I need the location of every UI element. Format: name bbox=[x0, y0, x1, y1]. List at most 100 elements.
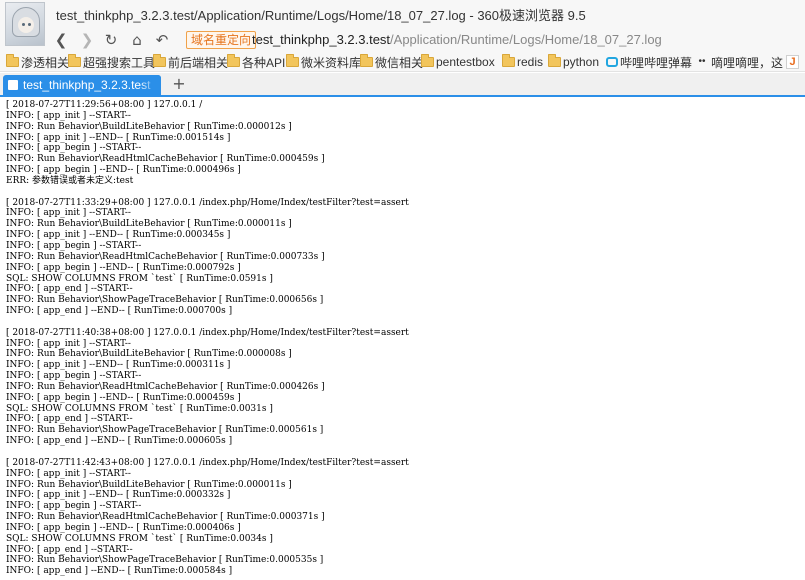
bookmark-label: 超强搜索工具 bbox=[83, 55, 156, 70]
log-line: [ 2018-07-27T11:40:38+08:00 ] 127.0.0.1 … bbox=[6, 327, 409, 338]
bookmark-folder[interactable]: 渗透相关 bbox=[6, 54, 69, 70]
window-title: test_thinkphp_3.2.3.test/Application/Run… bbox=[56, 8, 586, 23]
log-line: INFO: [ app_begin ] --END-- [ RunTime:0.… bbox=[6, 392, 241, 403]
url-path: /Application/Runtime/Logs/Home/18_07_27.… bbox=[390, 32, 662, 47]
log-line: SQL: SHOW COLUMNS FROM `test` [ RunTime:… bbox=[6, 403, 273, 414]
forward-arrow-icon[interactable]: ❯ bbox=[77, 30, 97, 50]
avatar-eye-right bbox=[28, 23, 31, 26]
bookmark-folder[interactable]: 前后端相关 bbox=[153, 54, 228, 70]
log-line: [ 2018-07-27T11:29:56+08:00 ] 127.0.0.1 … bbox=[6, 100, 203, 110]
log-line: INFO: [ app_begin ] --START-- bbox=[6, 501, 142, 512]
log-line: INFO: [ app_begin ] --END-- [ RunTime:0.… bbox=[6, 165, 241, 176]
tab-strip: test_thinkphp_3.2.3.test + bbox=[0, 73, 805, 95]
page-content: [ 2018-07-27T11:29:56+08:00 ] 127.0.0.1 … bbox=[0, 97, 805, 580]
redirect-badge[interactable]: 域名重定向 bbox=[186, 31, 257, 49]
log-line: INFO: Run Behavior\ShowPageTraceBehavior… bbox=[6, 555, 324, 566]
log-line: [ 2018-07-27T11:42:43+08:00 ] 127.0.0.1 … bbox=[6, 457, 409, 468]
log-line: INFO: [ app_end ] --END-- [ RunTime:0.00… bbox=[6, 436, 233, 447]
folder-icon bbox=[286, 54, 299, 67]
bookmark-folder[interactable]: 微米资料库 bbox=[286, 54, 361, 70]
bookmark-folder[interactable]: 超强搜索工具 bbox=[68, 54, 155, 70]
bookmark-label: 嘀哩嘀哩，这 bbox=[711, 55, 784, 70]
bookmark-label: 微信相关 bbox=[375, 55, 424, 70]
log-line: ERR: 参数错误或者未定义:test bbox=[6, 175, 134, 186]
log-text: [ 2018-07-27T11:29:56+08:00 ] 127.0.0.1 … bbox=[6, 100, 801, 577]
new-tab-button[interactable]: + bbox=[170, 75, 188, 93]
log-line: [ 2018-07-27T11:33:29+08:00 ] 127.0.0.1 … bbox=[6, 197, 409, 208]
user-avatar[interactable] bbox=[5, 2, 45, 46]
log-line: SQL: SHOW COLUMNS FROM `test` [ RunTime:… bbox=[6, 273, 273, 284]
bookmark-label: 前后端相关 bbox=[168, 55, 229, 70]
log-line: INFO: [ app_end ] --END-- [ RunTime:0.00… bbox=[6, 306, 233, 317]
folder-icon bbox=[227, 54, 240, 67]
folder-icon bbox=[153, 54, 166, 67]
back-arrow-icon[interactable]: ❮ bbox=[51, 30, 71, 50]
bookmark-label: 各种API bbox=[242, 55, 286, 70]
bookmark-label: 哔哩哔哩弹幕 bbox=[620, 55, 693, 70]
url-host: test_thinkphp_3.2.3.test bbox=[252, 32, 391, 47]
log-line: INFO: Run Behavior\ReadHtmlCacheBehavior… bbox=[6, 251, 325, 262]
log-line: INFO: [ app_end ] --START-- bbox=[6, 284, 133, 295]
log-line: INFO: [ app_end ] --END-- [ RunTime:0.00… bbox=[6, 566, 233, 577]
navigation-bar: ❮ ❯ ↻ ⌂ ↶ 域名重定向 test_thinkphp_3.2.3.test… bbox=[0, 28, 805, 52]
folder-icon bbox=[6, 54, 19, 67]
log-line: INFO: Run Behavior\BuildLiteBehavior [ R… bbox=[6, 219, 292, 230]
log-line: INFO: [ app_begin ] --START-- bbox=[6, 240, 142, 251]
bookmark-folder[interactable]: redis bbox=[502, 54, 543, 70]
emoji-icon: •• bbox=[698, 56, 706, 67]
log-line: INFO: [ app_init ] --END-- [ RunTime:0.0… bbox=[6, 132, 231, 143]
avatar-eye-left bbox=[22, 23, 25, 26]
folder-icon bbox=[548, 54, 561, 67]
log-line: INFO: [ app_init ] --START-- bbox=[6, 208, 131, 219]
bookmark-folder[interactable]: python bbox=[548, 54, 599, 70]
bookmark-label: 微米资料库 bbox=[301, 55, 362, 70]
bookmark-item[interactable]: J bbox=[786, 54, 799, 70]
log-line: INFO: [ app_init ] --START-- bbox=[6, 468, 131, 479]
bookmark-item[interactable]: •• 嘀哩嘀哩，这 bbox=[696, 54, 783, 70]
folder-icon bbox=[68, 54, 81, 67]
tab-active[interactable]: test_thinkphp_3.2.3.test bbox=[3, 75, 161, 95]
log-line: INFO: Run Behavior\ReadHtmlCacheBehavior… bbox=[6, 512, 325, 523]
log-line: INFO: [ app_init ] --START-- bbox=[6, 338, 131, 349]
bookmark-folder[interactable]: 微信相关 bbox=[360, 54, 423, 70]
log-line: INFO: Run Behavior\BuildLiteBehavior [ R… bbox=[6, 121, 292, 132]
log-line: INFO: [ app_init ] --END-- [ RunTime:0.0… bbox=[6, 230, 231, 241]
bookmark-label: python bbox=[563, 55, 600, 69]
j-site-icon: J bbox=[786, 55, 799, 69]
log-line: INFO: [ app_end ] --START-- bbox=[6, 414, 133, 425]
log-line: INFO: [ app_init ] --END-- [ RunTime:0.0… bbox=[6, 490, 231, 501]
log-line: INFO: [ app_init ] --START-- bbox=[6, 110, 131, 121]
bookmark-label: 渗透相关 bbox=[21, 55, 70, 70]
log-line: INFO: [ app_begin ] --END-- [ RunTime:0.… bbox=[6, 522, 241, 533]
log-line: INFO: Run Behavior\ShowPageTraceBehavior… bbox=[6, 295, 324, 306]
log-line: INFO: [ app_end ] --START-- bbox=[6, 544, 133, 555]
bookmark-folder[interactable]: 各种API bbox=[227, 54, 285, 70]
log-line: INFO: [ app_begin ] --START-- bbox=[6, 371, 142, 382]
avatar-face bbox=[18, 17, 34, 33]
title-bar: test_thinkphp_3.2.3.test/Application/Run… bbox=[0, 0, 805, 28]
log-line: SQL: SHOW COLUMNS FROM `test` [ RunTime:… bbox=[6, 533, 273, 544]
log-line: INFO: Run Behavior\BuildLiteBehavior [ R… bbox=[6, 479, 292, 490]
tab-label: test_thinkphp_3.2.3.test bbox=[23, 78, 151, 92]
tab-fade bbox=[139, 75, 161, 95]
log-line: INFO: [ app_begin ] --START-- bbox=[6, 143, 142, 154]
page-icon bbox=[8, 80, 18, 90]
home-icon[interactable]: ⌂ bbox=[127, 30, 147, 50]
folder-icon bbox=[502, 54, 515, 67]
log-line: INFO: [ app_init ] --END-- [ RunTime:0.0… bbox=[6, 360, 231, 371]
log-line: INFO: Run Behavior\ReadHtmlCacheBehavior… bbox=[6, 381, 325, 392]
bilibili-icon bbox=[606, 57, 618, 67]
bookmark-item[interactable]: 哔哩哔哩弹幕 bbox=[606, 54, 692, 70]
reload-icon[interactable]: ↻ bbox=[101, 30, 121, 50]
folder-icon bbox=[421, 54, 434, 67]
bookmark-folder[interactable]: pentestbox bbox=[421, 54, 495, 70]
undo-icon[interactable]: ↶ bbox=[152, 30, 172, 50]
log-line: INFO: Run Behavior\BuildLiteBehavior [ R… bbox=[6, 349, 292, 360]
address-bar-url[interactable]: test_thinkphp_3.2.3.test/Application/Run… bbox=[252, 32, 662, 47]
bookmarks-bar: 渗透相关 超强搜索工具 前后端相关 各种API 微米资料库 微信相关 pente… bbox=[0, 52, 805, 72]
log-line: INFO: Run Behavior\ReadHtmlCacheBehavior… bbox=[6, 154, 325, 165]
bookmark-label: redis bbox=[517, 55, 544, 69]
